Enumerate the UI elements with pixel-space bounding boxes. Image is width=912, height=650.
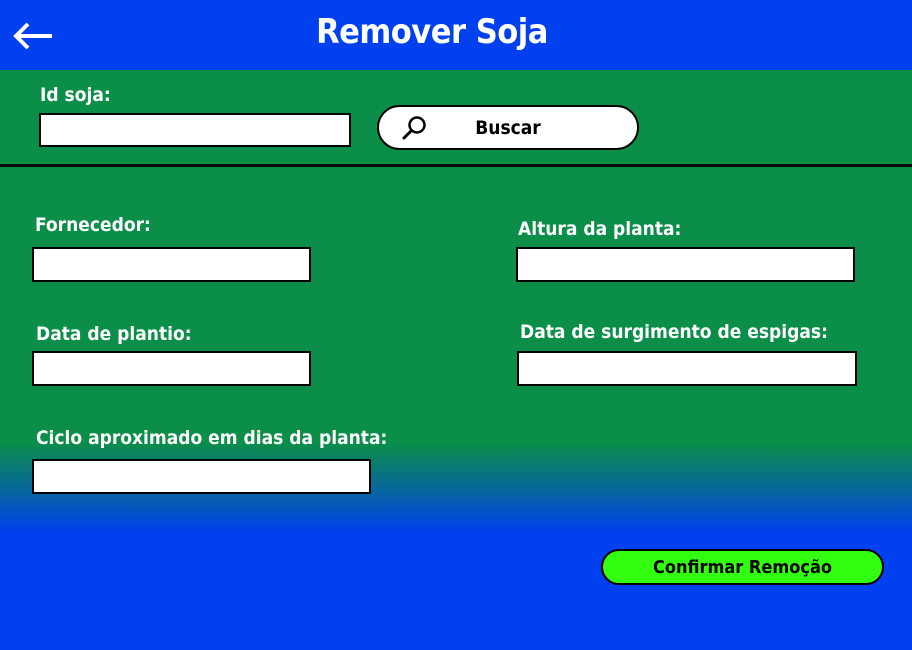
confirm-removal-button[interactable]: Confirmar Remoção [601, 549, 884, 585]
confirm-removal-label: Confirmar Remoção [652, 557, 833, 578]
data-plantio-input[interactable] [32, 351, 311, 386]
form-section: Fornecedor: Altura da planta: Data de pl… [0, 167, 912, 650]
data-espigas-input[interactable] [517, 351, 857, 386]
id-soja-input[interactable] [39, 113, 351, 147]
altura-input[interactable] [516, 247, 855, 282]
data-espigas-label: Data de surgimento de espigas: [520, 321, 828, 343]
buscar-button-label: Buscar [475, 117, 541, 139]
id-soja-label: Id soja: [40, 84, 111, 106]
fornecedor-label: Fornecedor: [35, 214, 151, 236]
altura-label: Altura da planta: [518, 218, 682, 240]
page-title: Remover Soja [316, 12, 548, 52]
ciclo-label: Ciclo aproximado em dias da planta: [36, 427, 388, 449]
search-section: Id soja: Buscar [0, 70, 912, 164]
data-plantio-label: Data de plantio: [36, 323, 192, 345]
buscar-button[interactable]: Buscar [377, 105, 639, 150]
header-bar: Remover Soja [0, 0, 912, 70]
ciclo-input[interactable] [32, 459, 371, 494]
fornecedor-input[interactable] [32, 247, 311, 282]
